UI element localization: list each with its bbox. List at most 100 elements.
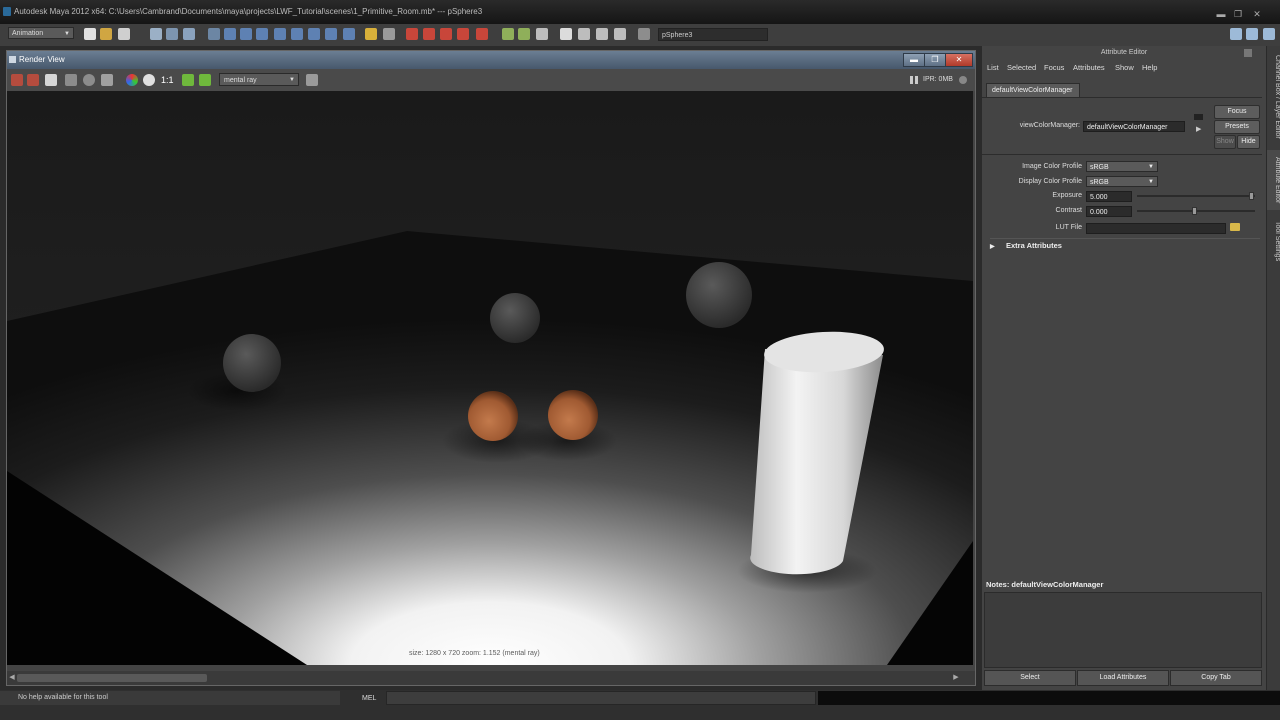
- selection-name-field[interactable]: pSphere3: [658, 28, 768, 41]
- presets-button[interactable]: Presets: [1214, 120, 1260, 134]
- mask-icon[interactable]: [208, 28, 220, 40]
- render-view-icon[interactable]: [476, 28, 488, 40]
- show-outliner-icon[interactable]: [536, 28, 548, 40]
- render-view-horizontal-scrollbar[interactable]: ◀ ▶: [7, 671, 975, 685]
- scroll-thumb[interactable]: [17, 674, 207, 682]
- menu-attributes[interactable]: Attributes: [1073, 62, 1105, 74]
- open-scene-icon[interactable]: [100, 28, 112, 40]
- lock-icon[interactable]: [365, 28, 377, 40]
- help-icon[interactable]: [343, 28, 355, 40]
- render-view-title: Render View: [19, 55, 65, 64]
- layout-panel-icon[interactable]: [1263, 28, 1275, 40]
- display-luminance-icon[interactable]: [199, 74, 211, 86]
- load-attributes-button[interactable]: Load Attributes: [1077, 670, 1169, 686]
- rename-icon[interactable]: [596, 28, 608, 40]
- menu-show[interactable]: Show: [1115, 62, 1134, 74]
- select-hierarchy-icon[interactable]: [150, 28, 162, 40]
- menu-focus[interactable]: Focus: [1044, 62, 1064, 74]
- hypershade-icon[interactable]: [457, 28, 469, 40]
- menu-list[interactable]: List: [987, 62, 999, 74]
- render-view-titlebar[interactable]: Render View ▬ ❐ ✕: [7, 51, 975, 69]
- menu-set-dropdown[interactable]: Animation ▼: [8, 27, 74, 39]
- rgb-channel-icon[interactable]: [126, 74, 138, 86]
- show-attribute-icon[interactable]: [518, 28, 530, 40]
- hide-button[interactable]: Hide: [1237, 135, 1260, 149]
- contrast-slider-handle[interactable]: [1192, 207, 1197, 215]
- refresh-icon[interactable]: [83, 74, 95, 86]
- close-button[interactable]: ✕: [1250, 9, 1264, 19]
- snap-curve-icon[interactable]: [240, 28, 252, 40]
- ipr-icon[interactable]: [27, 74, 39, 86]
- maximize-button[interactable]: ❐: [1231, 9, 1245, 19]
- output-connection-icon[interactable]: ▶: [1196, 126, 1203, 133]
- focus-button[interactable]: Focus: [1214, 105, 1260, 119]
- snap-surface-icon[interactable]: [291, 28, 303, 40]
- contrast-field[interactable]: 0.000: [1086, 206, 1132, 217]
- save-scene-icon[interactable]: [118, 28, 130, 40]
- input-connection-icon[interactable]: [1194, 114, 1203, 120]
- region-render-icon[interactable]: [65, 74, 77, 86]
- show-channel-icon[interactable]: [502, 28, 514, 40]
- extra-attributes-section[interactable]: ▶ Extra Attributes: [990, 238, 1260, 253]
- zoom-one-to-one-label[interactable]: 1:1: [161, 73, 174, 87]
- node-name-label: viewColorManager:: [1019, 122, 1080, 129]
- pause-ipr-icon[interactable]: [910, 76, 918, 84]
- scroll-left-arrow-icon[interactable]: ◀: [7, 673, 17, 683]
- render-view-vertical-edge: [974, 91, 975, 665]
- scroll-right-arrow-icon[interactable]: ▶: [951, 673, 961, 683]
- tab-tool-settings[interactable]: Tool Settings: [1267, 218, 1280, 264]
- show-button[interactable]: Show: [1214, 135, 1236, 149]
- layout-four-icon[interactable]: [1246, 28, 1258, 40]
- render-view-maximize-button[interactable]: ❐: [924, 53, 946, 67]
- mel-label[interactable]: MEL: [362, 693, 376, 705]
- expand-icon[interactable]: [638, 28, 650, 40]
- menu-help[interactable]: Help: [1142, 62, 1157, 74]
- command-input[interactable]: [386, 691, 816, 705]
- snap-plane-icon[interactable]: [274, 28, 286, 40]
- command-result-field: [818, 691, 1280, 705]
- folder-icon[interactable]: [1230, 223, 1240, 231]
- node-name-field[interactable]: defaultViewColorManager: [1083, 121, 1185, 132]
- render-settings-icon[interactable]: [306, 74, 318, 86]
- notes-textarea[interactable]: [984, 592, 1262, 668]
- select-object-icon[interactable]: [166, 28, 178, 40]
- xform-icon[interactable]: [578, 28, 590, 40]
- renderer-dropdown[interactable]: mental ray ▼: [219, 73, 299, 86]
- image-color-profile-dropdown[interactable]: sRGB ▼: [1086, 161, 1158, 172]
- display-rgb-icon[interactable]: [182, 74, 194, 86]
- construction-history-icon[interactable]: [383, 28, 395, 40]
- snap-point-icon[interactable]: [256, 28, 268, 40]
- display-color-profile-dropdown[interactable]: sRGB ▼: [1086, 176, 1158, 187]
- tab-attribute-editor[interactable]: Attribute Editor: [1267, 150, 1280, 210]
- exposure-slider-handle[interactable]: [1249, 192, 1254, 200]
- snapshot-icon[interactable]: [45, 74, 57, 86]
- pin-icon[interactable]: [614, 28, 626, 40]
- lut-file-field[interactable]: [1086, 223, 1226, 234]
- camera-icon[interactable]: [560, 28, 572, 40]
- copy-tab-button[interactable]: Copy Tab: [1170, 670, 1262, 686]
- render-view-close-button[interactable]: ✕: [945, 53, 973, 67]
- minimize-button[interactable]: ▬: [1214, 9, 1228, 19]
- render-view-minimize-button[interactable]: ▬: [903, 53, 925, 67]
- ipr-render-icon[interactable]: [423, 28, 435, 40]
- history-icon[interactable]: [308, 28, 320, 40]
- new-scene-icon[interactable]: [84, 28, 96, 40]
- layout-single-icon[interactable]: [1230, 28, 1242, 40]
- panel-float-icon[interactable]: [1244, 49, 1252, 57]
- tab-defaultviewcolormanager[interactable]: defaultViewColorManager: [986, 83, 1080, 97]
- redo-render-icon[interactable]: [11, 74, 23, 86]
- render-frame-icon[interactable]: [406, 28, 418, 40]
- select-component-icon[interactable]: [183, 28, 195, 40]
- window-title: Autodesk Maya 2012 x64: C:\Users\Cambran…: [14, 7, 483, 16]
- render-settings-icon[interactable]: [440, 28, 452, 40]
- select-button[interactable]: Select: [984, 670, 1076, 686]
- gray-sphere: [490, 293, 540, 343]
- tab-channel-box[interactable]: Channel Box / Layer Editor: [1267, 52, 1280, 142]
- keep-image-icon[interactable]: [101, 74, 113, 86]
- input-ops-icon[interactable]: [325, 28, 337, 40]
- exposure-slider-track[interactable]: [1137, 195, 1255, 197]
- menu-selected[interactable]: Selected: [1007, 62, 1036, 74]
- snap-grid-icon[interactable]: [224, 28, 236, 40]
- alpha-channel-icon[interactable]: [143, 74, 155, 86]
- exposure-field[interactable]: 5.000: [1086, 191, 1132, 202]
